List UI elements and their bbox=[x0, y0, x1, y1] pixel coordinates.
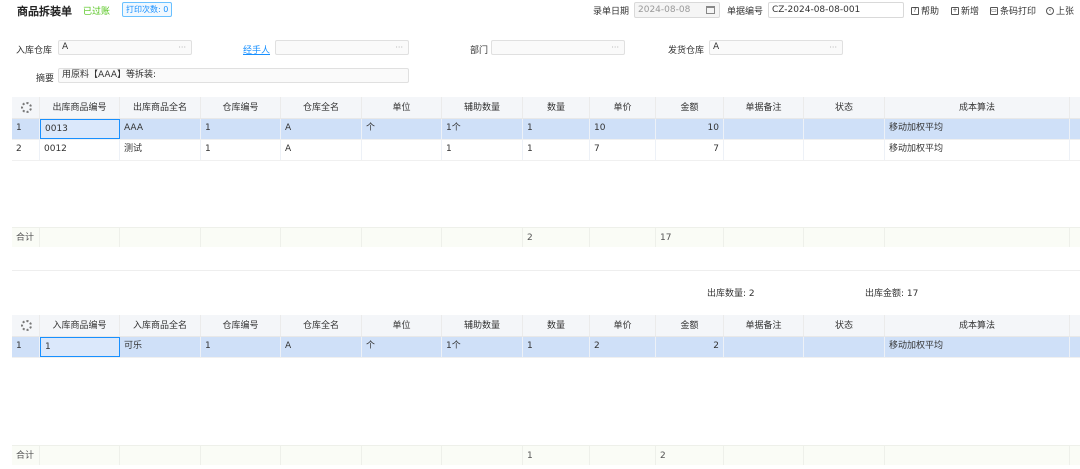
column-header[interactable]: 入库商品全名 bbox=[120, 315, 201, 336]
column-header[interactable]: 金额 bbox=[656, 97, 724, 118]
handler-link[interactable]: 经手人 bbox=[243, 43, 270, 56]
column-header[interactable]: 状态 bbox=[804, 97, 885, 118]
calendar-icon[interactable] bbox=[706, 6, 715, 14]
column-header[interactable]: 出库商品全名 bbox=[120, 97, 201, 118]
prev-button[interactable]: ‹ 上张 bbox=[1046, 4, 1074, 17]
column-header[interactable]: 出库商品编号 bbox=[40, 97, 120, 118]
column-header[interactable]: 辅助数量 bbox=[442, 97, 523, 118]
dept-label: 部门 bbox=[470, 46, 489, 56]
help-icon: ? bbox=[911, 6, 919, 15]
date-field[interactable]: 2024-08-08 bbox=[634, 2, 720, 18]
out-amount-summary: 出库金额: 17 bbox=[865, 289, 919, 299]
total-qty: 1 bbox=[523, 446, 590, 465]
column-header[interactable]: 仓库编号 bbox=[201, 97, 281, 118]
column-header[interactable]: 数量 bbox=[523, 315, 590, 336]
total-qty: 2 bbox=[523, 228, 590, 247]
in-warehouse-label: 入库仓库 bbox=[16, 46, 53, 56]
total-amount: 17 bbox=[656, 228, 724, 247]
help-button[interactable]: ? 帮助 bbox=[911, 4, 939, 17]
column-header[interactable]: 入库商品编号 bbox=[40, 315, 120, 336]
table-footer: 合计 2 17 bbox=[12, 227, 1080, 247]
more-icon[interactable]: ··· bbox=[395, 41, 403, 54]
column-settings[interactable] bbox=[12, 315, 40, 336]
total-amount: 2 bbox=[656, 446, 724, 465]
handler-field[interactable]: ··· bbox=[275, 40, 409, 55]
column-header[interactable]: 金额 bbox=[656, 315, 724, 336]
column-header[interactable]: 仓库全名 bbox=[281, 97, 362, 118]
print-count-badge: 打印次数: 0 bbox=[122, 2, 173, 17]
out-warehouse-label: 发货仓库 bbox=[668, 46, 705, 56]
more-icon[interactable]: ··· bbox=[611, 41, 619, 54]
column-header[interactable]: 单据备注 bbox=[724, 97, 804, 118]
dept-field[interactable]: ··· bbox=[491, 40, 625, 55]
page-title: 商品拆装单 bbox=[17, 5, 72, 18]
printer-icon: ▭ bbox=[990, 6, 998, 15]
column-header[interactable]: 仓库全名 bbox=[281, 315, 362, 336]
bill-no-field[interactable]: CZ-2024-08-08-001 bbox=[768, 2, 904, 18]
table-footer: 合计 1 2 bbox=[12, 445, 1080, 465]
code-cell[interactable]: 0012 bbox=[40, 140, 120, 160]
more-icon[interactable]: ··· bbox=[829, 41, 837, 54]
status-badge: 已过账 bbox=[83, 7, 111, 17]
gear-icon[interactable] bbox=[21, 320, 32, 331]
code-cell[interactable]: 0013 bbox=[40, 119, 120, 139]
column-header[interactable]: 仓库编号 bbox=[201, 315, 281, 336]
table-row[interactable]: 1 1 可乐 1 A 个 1个 1 2 2 移动加权平均 bbox=[12, 337, 1080, 358]
table-row[interactable]: 2 0012 测试 1 A 1 1 7 7 移动加权平均 bbox=[12, 140, 1080, 161]
date-label: 录单日期 bbox=[593, 7, 630, 17]
more-icon[interactable]: ··· bbox=[178, 41, 186, 54]
table-header: 入库商品编号 入库商品全名 仓库编号 仓库全名 单位 辅助数量 数量 单价 金额… bbox=[12, 315, 1080, 337]
column-settings[interactable] bbox=[12, 97, 40, 118]
column-header[interactable]: 单位 bbox=[362, 315, 442, 336]
column-header[interactable]: 单据备注 bbox=[724, 315, 804, 336]
in-warehouse-field[interactable]: A ··· bbox=[58, 40, 192, 55]
out-warehouse-field[interactable]: A ··· bbox=[709, 40, 843, 55]
summary-label: 摘要 bbox=[36, 74, 55, 84]
code-cell[interactable]: 1 bbox=[40, 337, 120, 357]
summary-field[interactable]: 用原料【AAA】等拆装: bbox=[58, 68, 409, 83]
column-header[interactable]: 成本算法 bbox=[885, 97, 1070, 118]
header-bar: 商品拆装单 已过账 打印次数: 0 录单日期 2024-08-08 单据编号 C… bbox=[0, 0, 1080, 22]
table-header: 出库商品编号 出库商品全名 仓库编号 仓库全名 单位 辅助数量 数量 单价 金额… bbox=[12, 97, 1080, 119]
column-header[interactable]: 单位 bbox=[362, 97, 442, 118]
barcode-print-button[interactable]: ▭ 条码打印 bbox=[990, 4, 1036, 17]
chevron-left-icon: ‹ bbox=[1046, 6, 1054, 15]
bill-no-label: 单据编号 bbox=[727, 7, 764, 17]
column-header[interactable]: 成本算法 bbox=[885, 315, 1070, 336]
column-header[interactable]: 单价 bbox=[590, 97, 656, 118]
column-header[interactable]: 状态 bbox=[804, 315, 885, 336]
divider bbox=[12, 270, 1080, 271]
plus-icon: + bbox=[951, 6, 959, 15]
column-header[interactable]: 辅助数量 bbox=[442, 315, 523, 336]
table-row[interactable]: 1 0013 AAA 1 A 个 1个 1 10 10 移动加权平均 bbox=[12, 119, 1080, 140]
column-header[interactable]: 数量 bbox=[523, 97, 590, 118]
column-header[interactable]: 单价 bbox=[590, 315, 656, 336]
out-qty-summary: 出库数量: 2 bbox=[707, 289, 755, 299]
new-button[interactable]: + 新增 bbox=[951, 4, 979, 17]
gear-icon[interactable] bbox=[21, 102, 32, 113]
